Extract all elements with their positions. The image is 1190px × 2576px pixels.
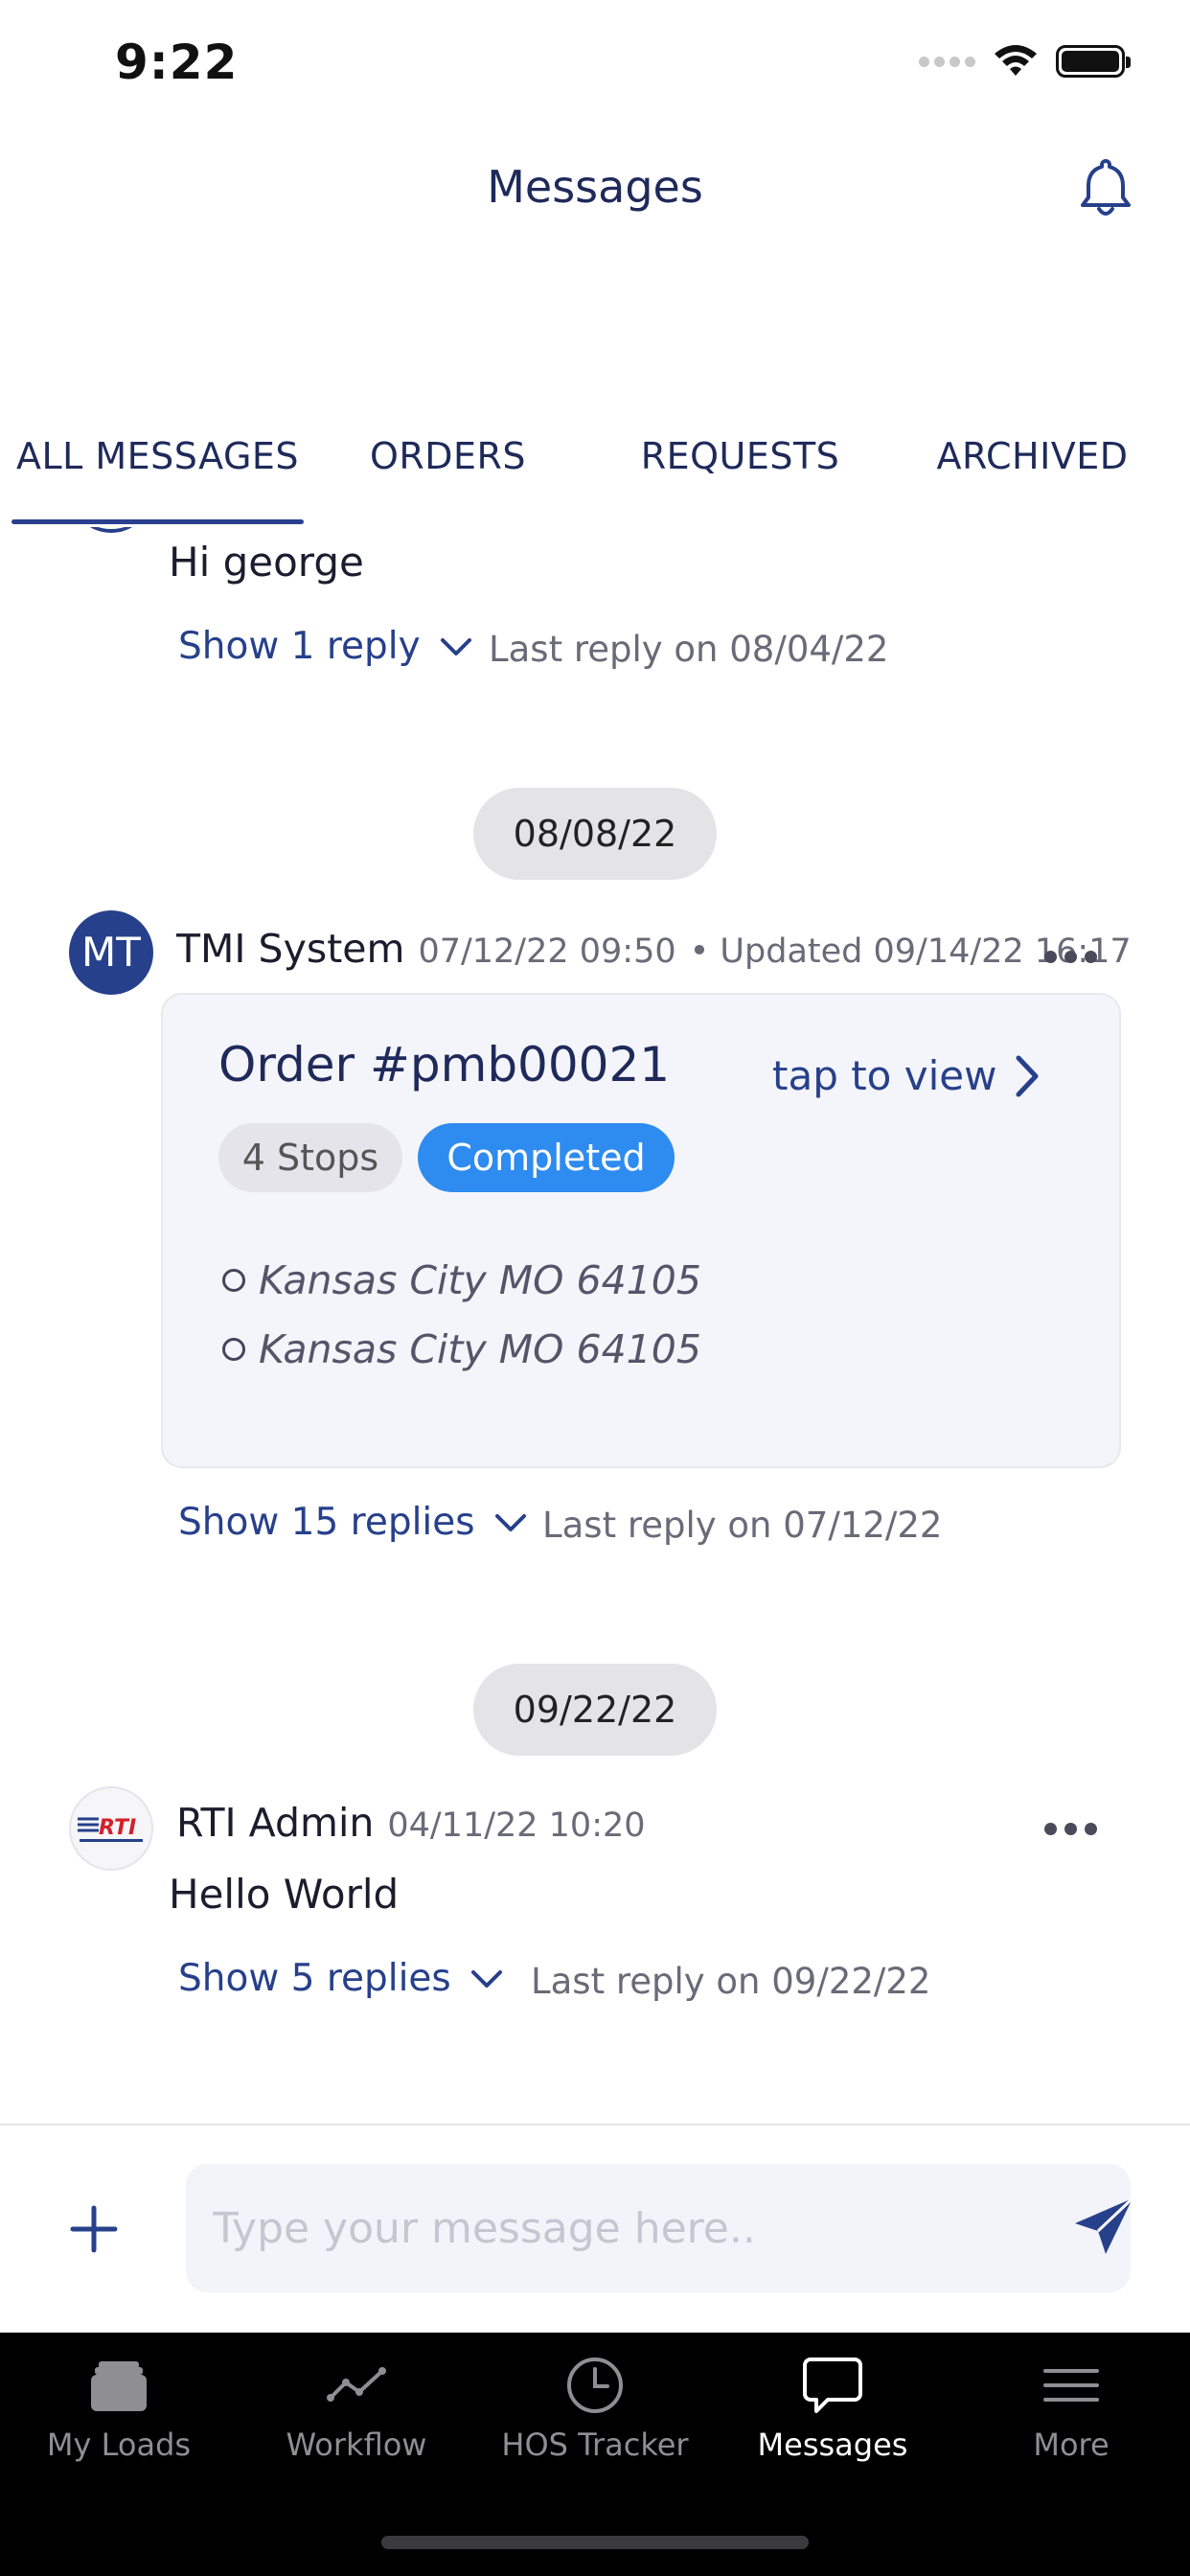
show-replies-label: Show 15 replies <box>178 1501 475 1544</box>
date-separator: 08/08/22 <box>473 788 717 880</box>
wifi-icon <box>995 45 1037 76</box>
chevron-down-icon <box>470 1969 502 1988</box>
layers-icon <box>91 2361 147 2411</box>
message-timestamp: 07/12/22 09:50 <box>418 932 676 971</box>
status-icons <box>919 44 1131 79</box>
tab-all-messages[interactable]: ALL MESSAGES <box>11 435 304 477</box>
more-options-icon[interactable] <box>1044 951 1097 963</box>
menu-icon <box>1043 2369 1099 2402</box>
stop-address: Kansas City MO 64105 <box>259 1257 701 1303</box>
svg-text:RTI: RTI <box>99 1816 136 1840</box>
chevron-right-icon <box>1016 1055 1039 1096</box>
order-title: Order #pmb00021 <box>218 1037 671 1092</box>
add-attachment-icon[interactable] <box>69 2204 119 2254</box>
tabbar-label: Workflow <box>286 2426 427 2463</box>
clock-icon <box>567 2358 623 2413</box>
message-text: Hi george <box>169 539 364 586</box>
tabbar-item-hos-tracker[interactable]: HOS Tracker <box>476 2354 714 2497</box>
message-text: Hello World <box>169 1871 400 1918</box>
status-time: 9:22 <box>115 34 239 90</box>
bell-icon[interactable] <box>1073 155 1138 220</box>
tab-orders[interactable]: ORDERS <box>326 435 570 477</box>
page-title: Messages <box>487 161 703 213</box>
sender-name: TMI System <box>176 926 405 972</box>
send-icon[interactable] <box>1071 2195 1136 2260</box>
cellular-signal-icon <box>919 56 975 67</box>
stops-badge: 4 Stops <box>218 1123 402 1192</box>
home-indicator <box>381 2536 809 2549</box>
stop-item: Kansas City MO 64105 <box>222 1257 701 1303</box>
avatar: MT <box>69 910 153 995</box>
more-options-icon[interactable] <box>1044 1823 1097 1835</box>
tabbar-label: My Loads <box>46 2426 192 2463</box>
last-reply-date: Last reply on 09/22/22 <box>531 1961 931 2002</box>
last-reply-date: Last reply on 08/04/22 <box>489 629 889 670</box>
tab-requests[interactable]: REQUESTS <box>613 435 867 477</box>
tabbar-item-workflow[interactable]: Workflow <box>238 2354 475 2497</box>
active-tab-indicator <box>11 519 304 524</box>
message-header: TMI System 07/12/22 09:50 • Updated 09/1… <box>176 926 1132 972</box>
show-replies-button[interactable]: Show 1 reply <box>178 625 472 668</box>
tabbar-item-my-loads[interactable]: My Loads <box>0 2354 238 2497</box>
stop-circle-icon <box>222 1338 245 1361</box>
tabbar-label: Messages <box>757 2426 908 2463</box>
tabbar-item-messages[interactable]: Messages <box>714 2354 951 2497</box>
workflow-icon <box>327 2367 386 2402</box>
message-input[interactable] <box>186 2164 1131 2292</box>
show-replies-label: Show 5 replies <box>178 1957 451 2000</box>
chat-bubble-icon <box>803 2358 862 2413</box>
message-header: RTI Admin 04/11/22 10:20 <box>176 1800 646 1846</box>
status-badge: Completed <box>418 1123 675 1192</box>
avatar: RTI <box>69 1786 153 1871</box>
last-reply-date: Last reply on 07/12/22 <box>542 1505 943 1546</box>
chevron-down-icon <box>440 637 471 656</box>
tabbar-label: More <box>1033 2426 1110 2463</box>
order-card[interactable]: Order #pmb00021 tap to view 4 Stops Comp… <box>161 993 1121 1468</box>
battery-icon <box>1056 45 1131 78</box>
date-separator: 09/22/22 <box>473 1664 717 1756</box>
message-feed[interactable]: Hi george Show 1 reply Last reply on 08/… <box>0 527 1190 2123</box>
stop-item: Kansas City MO 64105 <box>222 1326 701 1372</box>
tap-to-view-link[interactable]: tap to view <box>772 1052 1041 1099</box>
stop-circle-icon <box>222 1269 245 1292</box>
show-replies-label: Show 1 reply <box>178 625 421 668</box>
tap-to-view-label: tap to view <box>772 1052 997 1099</box>
tabbar-item-more[interactable]: More <box>952 2354 1190 2497</box>
stop-address: Kansas City MO 64105 <box>259 1326 701 1372</box>
tab-archived[interactable]: ARCHIVED <box>910 435 1155 477</box>
show-replies-button[interactable]: Show 15 replies <box>178 1501 527 1544</box>
show-replies-button[interactable]: Show 5 replies <box>178 1957 503 2000</box>
sender-name: RTI Admin <box>176 1800 375 1846</box>
message-tabs: ALL MESSAGES ORDERS REQUESTS ARCHIVED <box>0 424 1190 525</box>
avatar <box>69 527 153 533</box>
rti-logo: RTI <box>78 1816 143 1842</box>
tabbar-label: HOS Tracker <box>501 2426 689 2463</box>
message-timestamp: 04/11/22 10:20 <box>387 1806 646 1845</box>
chevron-down-icon <box>494 1513 526 1531</box>
